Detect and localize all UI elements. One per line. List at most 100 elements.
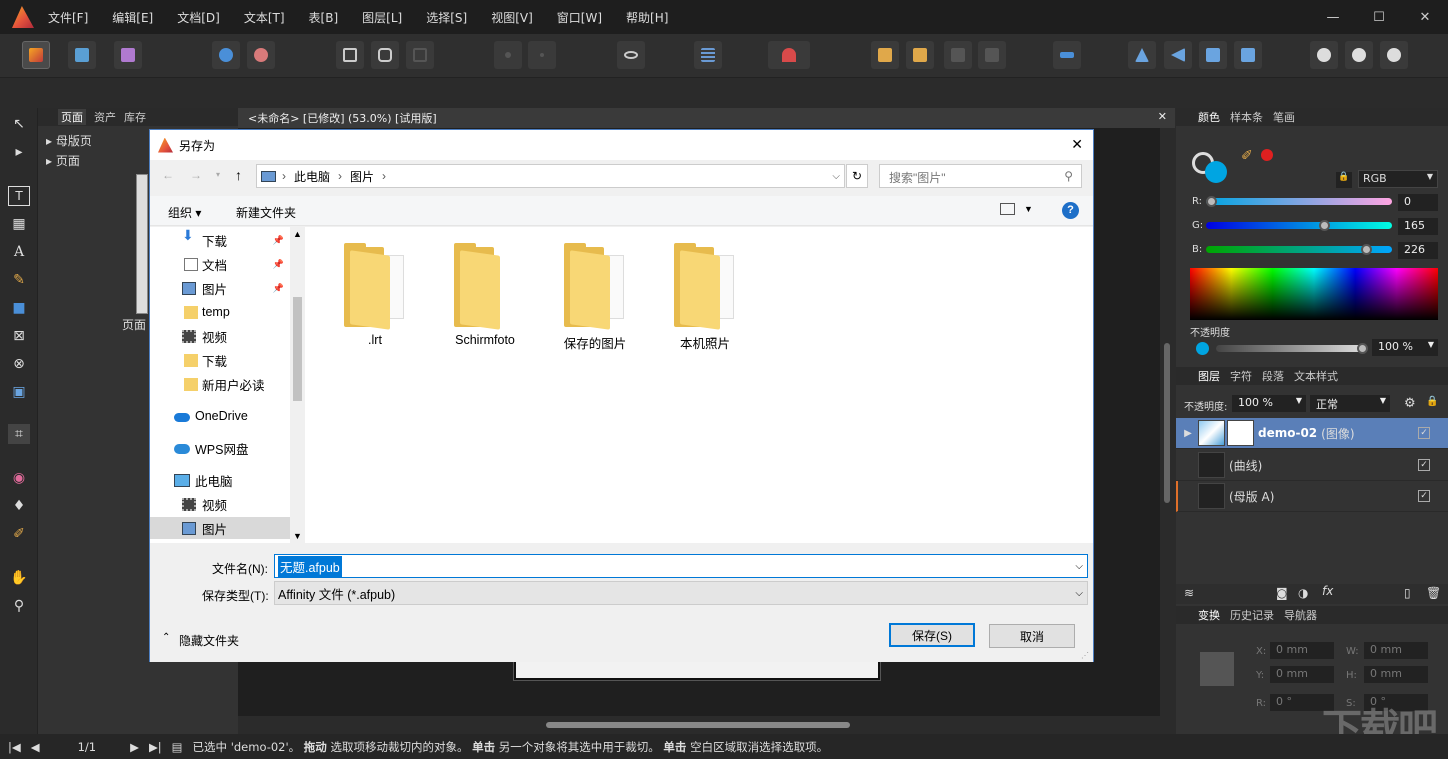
cancel-button[interactable]: 取消 <box>989 624 1075 648</box>
dot-icon[interactable] <box>528 41 556 69</box>
mask-layer-icon[interactable]: ◙ <box>1276 586 1288 600</box>
preview-eye-icon[interactable] <box>617 41 645 69</box>
tab-assets[interactable]: 资产 <box>94 109 116 125</box>
opacity-slider-knob[interactable] <box>1357 343 1368 354</box>
layer-row[interactable]: (曲线) ✓ <box>1176 450 1448 481</box>
color-spectrum[interactable] <box>1190 268 1438 320</box>
move-to-front-icon[interactable] <box>944 41 972 69</box>
normal-view-icon[interactable] <box>336 41 364 69</box>
layer-row[interactable]: (母版 A) ✓ <box>1176 481 1448 512</box>
nav-item-onedrive[interactable]: OneDrive <box>150 405 290 427</box>
back-arrow-icon[interactable]: ← <box>162 168 174 182</box>
anchor-selector[interactable] <box>1200 652 1234 686</box>
nav-item-downloads[interactable]: ⬇ 下载 📌 <box>150 227 290 251</box>
organize-button[interactable]: 组织 ▾ <box>168 204 201 221</box>
filename-input[interactable]: 无题.afpub ⌵ <box>274 554 1088 578</box>
page-thumbnail[interactable] <box>136 174 148 314</box>
nav-item-wps-drive[interactable]: WPS网盘 <box>150 437 290 459</box>
zoom-tool-icon[interactable]: ⚲ <box>8 596 30 616</box>
master-pages-section[interactable]: ▸ 母版页 <box>46 132 92 149</box>
h-field[interactable]: 0 mm <box>1364 666 1428 683</box>
g-value[interactable]: 165 <box>1398 218 1438 235</box>
color-picker-tool-icon[interactable]: ✐ <box>8 524 30 544</box>
document-icon[interactable]: ▤ <box>172 740 183 754</box>
x-field[interactable]: 0 mm <box>1270 642 1334 659</box>
layer-opacity-select[interactable]: 100 % ▼ <box>1232 395 1306 412</box>
nav-item-documents[interactable]: 文档 📌 <box>150 253 290 275</box>
designer-persona-button[interactable] <box>68 41 96 69</box>
chevron-down-icon[interactable]: ⌵ <box>832 171 840 182</box>
g-slider-knob[interactable] <box>1319 220 1331 231</box>
snapping-magnet-icon[interactable] <box>768 41 810 69</box>
nav-item-this-pc-videos[interactable]: 视频 <box>150 493 290 515</box>
layer-visibility-checkbox[interactable]: ✓ <box>1418 490 1430 502</box>
chevron-down-icon[interactable]: ▼ <box>1024 204 1033 214</box>
next-page-icon[interactable]: ▶ <box>130 740 139 754</box>
tab-paragraph[interactable]: 段落 <box>1262 368 1284 384</box>
fill-tool-icon[interactable]: ◉ <box>8 468 30 488</box>
color-model-select[interactable]: RGB ▼ <box>1358 170 1438 188</box>
menu-view[interactable]: 视图[V] <box>491 9 533 26</box>
horizontal-scrollbar[interactable] <box>238 716 1160 734</box>
folder-item[interactable]: 本机照片 <box>655 243 755 352</box>
folder-item[interactable]: 保存的图片 <box>545 243 645 352</box>
lock-icon[interactable]: 🔒 <box>1426 396 1438 407</box>
picture-frame-tool-icon[interactable]: ⊠ <box>8 326 30 346</box>
place-image-tool-icon[interactable]: ▣ <box>8 382 30 402</box>
eyedropper-icon[interactable]: ✐ <box>1241 148 1253 164</box>
tab-navigator[interactable]: 导航器 <box>1284 607 1317 623</box>
layers-stack-icon[interactable]: ≋ <box>1184 586 1194 600</box>
scroll-up-icon[interactable]: ▲ <box>293 229 302 239</box>
artistic-text-tool-icon[interactable]: A <box>8 242 30 262</box>
hand-tool-icon[interactable]: ✋ <box>8 568 30 588</box>
rotate-left-icon[interactable] <box>1199 41 1227 69</box>
nav-item-videos[interactable]: 视频 <box>150 325 290 347</box>
table-tool-icon[interactable]: ▦ <box>8 214 30 234</box>
pin-icon[interactable]: 📌 <box>273 259 284 270</box>
y-field[interactable]: 0 mm <box>1270 666 1334 683</box>
opacity-value[interactable]: 100 % ▼ <box>1372 339 1438 356</box>
pin-icon[interactable]: 📌 <box>273 283 284 294</box>
nav-item-pictures[interactable]: 图片 📌 <box>150 277 290 299</box>
transparency-tool-icon[interactable]: ♦ <box>8 496 30 516</box>
folder-item[interactable]: Schirmfoto <box>435 243 535 347</box>
b-slider[interactable] <box>1206 244 1392 255</box>
horizontal-scroll-thumb[interactable] <box>546 722 850 728</box>
move-back-icon[interactable] <box>871 41 899 69</box>
fill-color-well[interactable] <box>1205 161 1227 183</box>
tab-swatches[interactable]: 样本条 <box>1230 109 1263 125</box>
boolean-subtract-icon[interactable] <box>1345 41 1373 69</box>
tab-layers[interactable]: 图层 <box>1198 368 1220 384</box>
menu-document[interactable]: 文档[D] <box>177 9 220 26</box>
share-icon[interactable] <box>212 41 240 69</box>
b-value[interactable]: 226 <box>1398 242 1438 259</box>
pen-tool-icon[interactable]: ✎ <box>8 270 30 290</box>
vertical-scrollbar[interactable] <box>1160 128 1175 716</box>
prev-page-icon[interactable]: ◀ <box>31 740 40 754</box>
node-tool-icon[interactable]: ▸ <box>8 142 30 162</box>
g-slider[interactable] <box>1206 220 1392 231</box>
forward-arrow-icon[interactable]: → <box>190 168 202 182</box>
tab-transform[interactable]: 变换 <box>1198 607 1220 623</box>
hide-folders-button[interactable]: 隐藏文件夹 <box>179 632 239 649</box>
text-frame-tool-icon[interactable]: T <box>8 186 30 206</box>
tab-stroke[interactable]: 笔画 <box>1273 109 1295 125</box>
preflight-icon[interactable] <box>247 41 275 69</box>
breadcrumb-this-pc[interactable]: 此电脑 <box>294 168 330 185</box>
flip-vertical-icon[interactable] <box>1164 41 1192 69</box>
blend-mode-select[interactable]: 正常 ▼ <box>1310 395 1390 412</box>
menu-edit[interactable]: 编辑[E] <box>112 9 153 26</box>
view-options-icon[interactable] <box>1000 203 1015 215</box>
bleed-view-icon[interactable] <box>371 41 399 69</box>
vertical-scroll-thumb[interactable] <box>1164 343 1170 503</box>
menu-help[interactable]: 帮助[H] <box>626 9 668 26</box>
minimize-button[interactable]: — <box>1310 0 1356 34</box>
chevron-up-icon[interactable]: ⌃ <box>162 632 170 643</box>
first-page-icon[interactable]: |◀ <box>8 740 21 754</box>
move-to-back-icon[interactable] <box>978 41 1006 69</box>
menu-layer[interactable]: 图层[L] <box>362 9 402 26</box>
menu-table[interactable]: 表[B] <box>309 9 339 26</box>
refresh-icon[interactable]: ↻ <box>846 164 868 188</box>
rotate-right-icon[interactable] <box>1234 41 1262 69</box>
search-input[interactable]: 搜索"图片" ⚲ <box>879 164 1082 188</box>
